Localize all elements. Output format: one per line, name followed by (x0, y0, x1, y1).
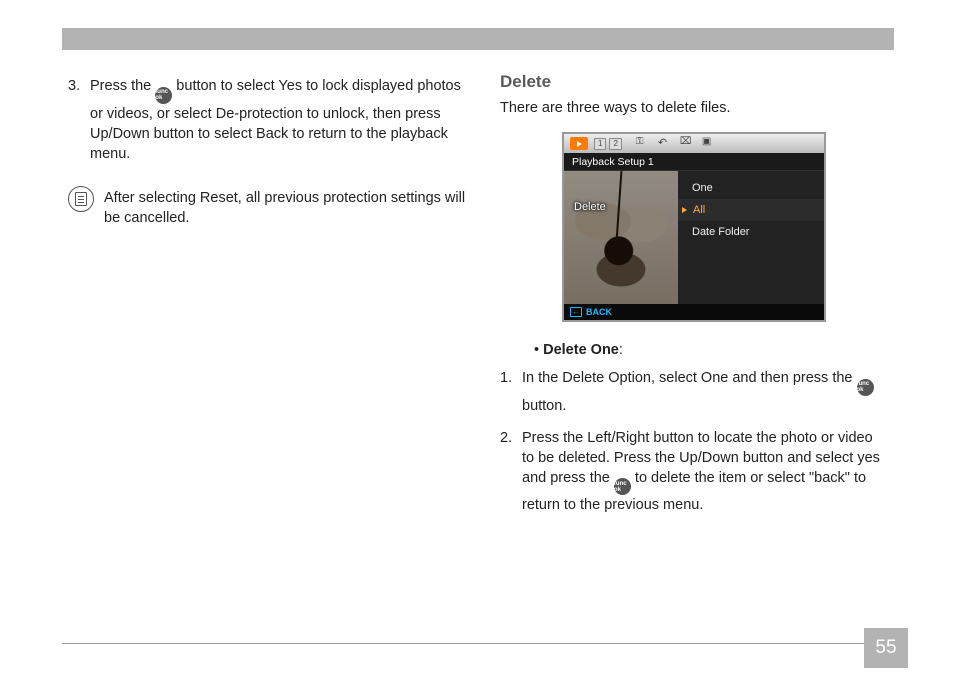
picture-icon (702, 139, 714, 149)
screenshot-subtitle: Playback Setup 1 (564, 153, 824, 171)
section-heading-delete: Delete (500, 72, 888, 92)
camera-screenshot: 1 2 Playback Setup 1 Delete One (562, 132, 826, 322)
top-tab-2: 2 (609, 138, 621, 150)
note-icon (68, 186, 94, 212)
step-text: In the Delete Option, select One and the… (522, 368, 888, 416)
screenshot-body: Delete One All Date Folder (564, 171, 824, 304)
step-number: 1. (500, 368, 522, 416)
screenshot-left-pane: Delete (564, 171, 678, 304)
note-text: After selecting Reset, all previous prot… (104, 186, 468, 228)
page-number: 55 (864, 628, 908, 668)
protection-steps-continued: 3. Press the func ok button to select Ye… (68, 76, 468, 164)
func-ok-icon: func ok (155, 87, 172, 104)
screenshot-options-pane: One All Date Folder (678, 171, 824, 304)
step-number: 2. (500, 428, 522, 516)
footer-rule (62, 643, 894, 644)
flower-image (564, 171, 678, 304)
delete-step-2: 2. Press the Left/Right button to locate… (500, 428, 888, 516)
delete-one-bullet: • Delete One: (500, 342, 888, 358)
screenshot-left-label: Delete (574, 201, 606, 213)
screenshot-footer: ← BACK (564, 304, 824, 320)
func-ok-icon: func ok (614, 478, 631, 495)
option-date-folder: Date Folder (678, 221, 824, 243)
func-ok-icon: func ok (857, 379, 874, 396)
delete-one-steps: 1. In the Delete Option, select One and … (500, 368, 888, 515)
rotate-icon (658, 139, 670, 149)
left-column: 3. Press the func ok button to select Ye… (68, 76, 468, 228)
delete-intro: There are three ways to delete files. (500, 98, 888, 118)
option-all: All (678, 199, 824, 221)
delete-one-label: Delete One (543, 342, 619, 358)
step-text: Press the Left/Right button to locate th… (522, 428, 888, 516)
playback-icon (570, 137, 588, 150)
right-column: Delete There are three ways to delete fi… (500, 72, 888, 527)
step-text: Press the func ok button to select Yes t… (90, 76, 468, 164)
display-icon (680, 139, 692, 149)
back-icon: ← (570, 307, 582, 317)
step-number: 3. (68, 76, 90, 164)
header-bar (62, 28, 894, 50)
key-icon (636, 139, 648, 149)
screenshot-top-bar: 1 2 (564, 134, 824, 153)
footer-back-label: BACK (586, 307, 612, 317)
note-box: After selecting Reset, all previous prot… (68, 186, 468, 228)
top-tabs: 1 2 (594, 138, 622, 150)
top-tab-1: 1 (594, 138, 606, 150)
delete-step-1: 1. In the Delete Option, select One and … (500, 368, 888, 416)
top-icons (636, 139, 714, 149)
step-3: 3. Press the func ok button to select Ye… (68, 76, 468, 164)
option-one: One (678, 177, 824, 199)
